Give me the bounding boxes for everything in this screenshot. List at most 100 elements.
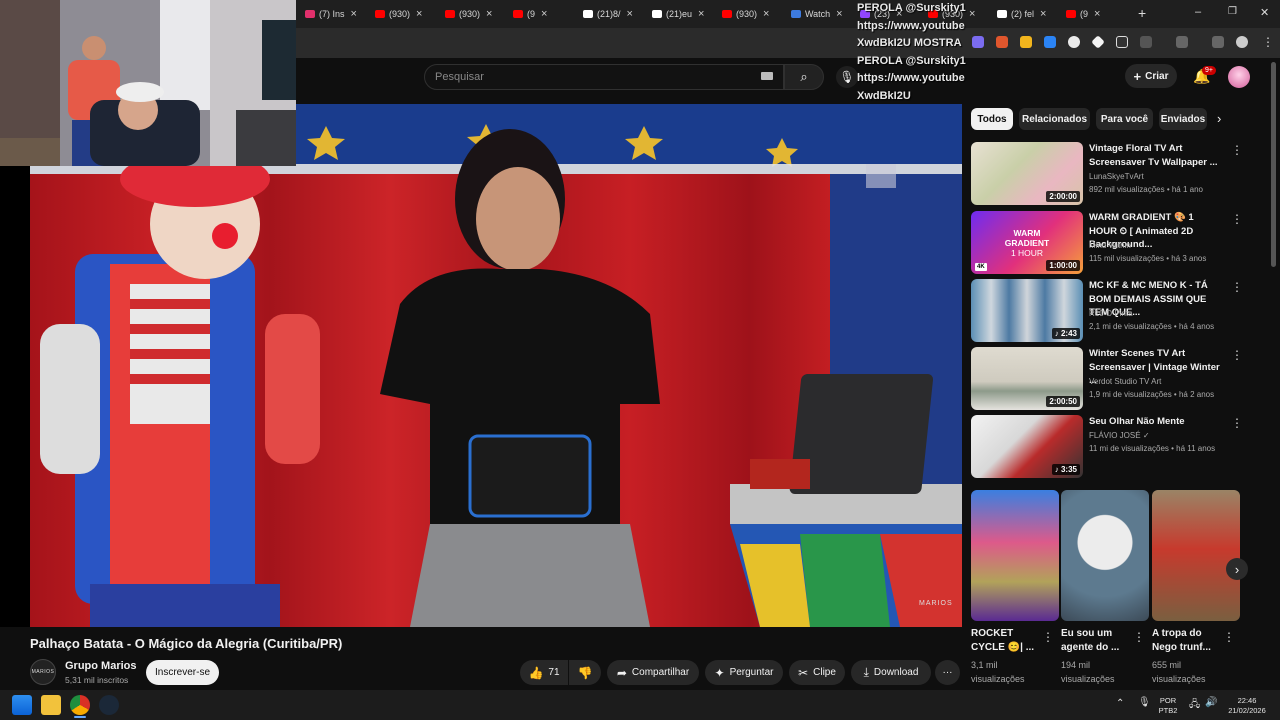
short-title[interactable]: A tropa do Nego trunf... [1152, 627, 1222, 655]
chip-for-you[interactable]: Para você [1096, 108, 1153, 130]
chip-related[interactable]: Relacionados [1019, 108, 1090, 130]
close-tab-icon[interactable]: × [627, 8, 633, 20]
kebab-menu-icon[interactable]: ⋮ [1133, 630, 1145, 644]
short-views: 655 mil visualizações [1152, 660, 1206, 684]
profile-switch-icon[interactable] [1176, 36, 1188, 48]
recommendation-thumbnail[interactable]: ♪ 3:35 [971, 415, 1083, 478]
minimize-button[interactable]: – [1195, 6, 1201, 18]
close-tab-icon[interactable]: × [486, 8, 492, 20]
kebab-menu-icon[interactable]: ⋮ [1231, 280, 1243, 294]
tray-chevron-icon[interactable]: ⌃ [1116, 698, 1124, 709]
recommendation-thumbnail[interactable]: 2:00:50 [971, 347, 1083, 410]
browser-tab[interactable]: (7) Ins × [305, 4, 357, 24]
voice-search-button[interactable]: 🎙 [836, 66, 858, 88]
chip-uploads[interactable]: Enviados [1159, 108, 1207, 130]
kebab-menu-icon[interactable]: ⋮ [1231, 416, 1243, 430]
new-tab-button[interactable]: + [1138, 5, 1146, 21]
recommendation-title[interactable]: Vintage Floral TV Art Screensaver Tv Wal… [1089, 142, 1224, 169]
chrome-icon[interactable] [70, 695, 90, 715]
keyboard-icon[interactable] [761, 72, 773, 80]
duration-badge: 2:00:00 [1046, 191, 1080, 202]
short-title[interactable]: Eu sou um agente do ... [1061, 627, 1131, 655]
network-icon[interactable]: 🖧 [1189, 697, 1200, 714]
overlay-chat-line: XwdBkI2U [857, 89, 911, 102]
browser-tab[interactable]: (9 × [513, 4, 547, 24]
share-label: Compartilhar [631, 667, 690, 678]
extensions-puzzle-icon[interactable] [1140, 36, 1152, 48]
short-thumbnail[interactable] [971, 490, 1059, 621]
browser-tab[interactable]: Watch × [791, 4, 843, 24]
close-tab-icon[interactable]: × [541, 8, 547, 20]
extension-icon[interactable] [972, 36, 984, 48]
browser-tab[interactable]: (21)eu × [652, 4, 704, 24]
close-tab-icon[interactable]: × [1094, 8, 1100, 20]
chevron-right-icon[interactable]: › [1217, 111, 1221, 126]
recommendation-title[interactable]: Seu Olhar Não Mente [1089, 415, 1224, 429]
recommendation-thumbnail[interactable]: WARM GRADIENT 1 HOUR 4K 1:00:00 [971, 211, 1083, 274]
subscribe-button[interactable]: Inscrever-se [146, 660, 219, 685]
overlay-chat-line: XwdBkI2U MOSTRA [857, 37, 962, 49]
browser-tab[interactable]: (2) fel × [997, 4, 1046, 24]
create-label: Criar [1145, 70, 1169, 82]
extension-icon[interactable] [1068, 36, 1080, 48]
extension-icon[interactable] [996, 36, 1008, 48]
more-actions-button[interactable]: ··· [935, 660, 960, 685]
search-input[interactable]: Pesquisar [424, 64, 784, 90]
microphone-tray-icon[interactable]: 🎙 [1138, 697, 1151, 708]
close-tab-icon[interactable]: × [836, 8, 842, 20]
thumbnail-text: WARM [1013, 228, 1041, 238]
volume-icon[interactable]: 🔊 [1205, 697, 1217, 708]
kebab-menu-icon[interactable]: ⋮ [1231, 212, 1243, 226]
close-tab-icon[interactable]: × [969, 8, 975, 20]
kebab-menu-icon[interactable]: ⋮ [1231, 348, 1243, 362]
extension-icon[interactable] [1020, 36, 1032, 48]
steam-icon[interactable] [99, 695, 119, 715]
keyboard-language[interactable]: POR PTB2 [1156, 696, 1180, 716]
close-tab-icon[interactable]: × [698, 8, 704, 20]
close-tab-icon[interactable]: × [351, 8, 357, 20]
close-tab-icon[interactable]: × [1040, 8, 1046, 20]
maximize-button[interactable]: ❐ [1228, 6, 1237, 17]
browser-tab[interactable]: (930) × [722, 4, 769, 24]
windows-start-icon[interactable] [12, 695, 32, 715]
short-title[interactable]: ROCKET CYCLE 😊| ... [971, 627, 1041, 655]
browser-tab[interactable]: (930) × [445, 4, 492, 24]
recommendation-thumbnail[interactable]: ♪ 2:43 [971, 279, 1083, 342]
browser-tab[interactable]: (930) × [375, 4, 422, 24]
extension-icon[interactable] [1044, 36, 1056, 48]
video-frame[interactable] [30, 104, 962, 627]
clock[interactable]: 22:46 21/02/2026 [1222, 696, 1272, 716]
tab-label: (930) [736, 9, 758, 19]
shorts-next-button[interactable]: › [1226, 558, 1248, 580]
kebab-menu-icon[interactable]: ⋮ [1231, 143, 1243, 157]
chip-all[interactable]: Todos [971, 108, 1013, 130]
channel-name[interactable]: Grupo Marios [65, 660, 137, 672]
page-scrollbar[interactable] [1271, 62, 1276, 267]
account-avatar[interactable] [1228, 66, 1250, 88]
extension-icon[interactable] [1116, 36, 1128, 48]
reading-list-icon[interactable] [1212, 36, 1224, 48]
file-explorer-icon[interactable] [41, 695, 61, 715]
kebab-menu-icon[interactable]: ⋮ [1223, 630, 1235, 644]
clip-button[interactable]: ✂ Clipe [789, 660, 845, 685]
short-thumbnail[interactable] [1061, 490, 1149, 621]
browser-tab[interactable]: (9 × [1066, 4, 1100, 24]
kebab-menu-icon[interactable]: ⋮ [1042, 630, 1054, 644]
clock-date: 21/02/2026 [1228, 706, 1266, 715]
channel-avatar[interactable]: MARIOS [30, 659, 56, 685]
dislike-button[interactable]: 👎 [569, 660, 601, 685]
close-window-button[interactable]: ✕ [1260, 6, 1269, 19]
close-tab-icon[interactable]: × [763, 8, 769, 20]
share-button[interactable]: ➦ Compartilhar [607, 660, 699, 685]
short-thumbnail[interactable] [1152, 490, 1240, 621]
search-button[interactable]: ⌕ [784, 64, 824, 90]
ask-button[interactable]: ✦ Perguntar [705, 660, 783, 685]
browser-tab[interactable]: (21)8/ × [583, 4, 633, 24]
profile-icon[interactable] [1236, 36, 1248, 48]
close-tab-icon[interactable]: × [416, 8, 422, 20]
create-button[interactable]: + Criar [1125, 64, 1177, 88]
download-button[interactable]: ⤓ Download [851, 660, 931, 685]
like-button[interactable]: 👍 71 [520, 660, 568, 685]
browser-menu-icon[interactable]: ⋮ [1262, 35, 1274, 49]
recommendation-thumbnail[interactable]: 2:00:00 [971, 142, 1083, 205]
